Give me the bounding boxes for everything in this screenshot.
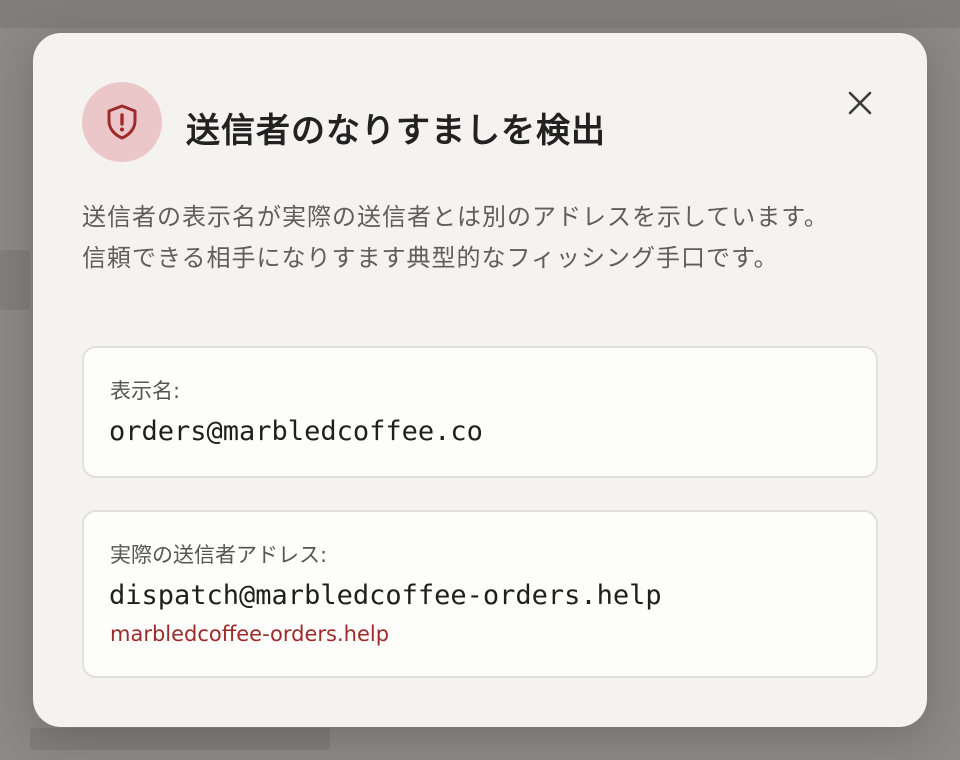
actual-sender-label: 実際の送信者アドレス: bbox=[110, 543, 328, 567]
background-sidebar-item bbox=[0, 250, 30, 310]
close-button[interactable] bbox=[840, 83, 880, 123]
dialog-title: 送信者のなりすましを検出 bbox=[186, 111, 606, 151]
display-name-value: orders@marbledcoffee.co bbox=[109, 416, 483, 447]
display-name-card: 表示名: orders@marbledcoffee.co bbox=[82, 346, 878, 478]
shield-warning-icon bbox=[107, 104, 137, 140]
background-footer bbox=[30, 728, 330, 750]
warning-icon-badge bbox=[82, 82, 162, 162]
display-name-label: 表示名: bbox=[110, 379, 181, 403]
actual-sender-card: 実際の送信者アドレス: dispatch@marbledcoffee-order… bbox=[82, 510, 878, 678]
close-icon bbox=[848, 91, 872, 115]
background-header bbox=[0, 0, 960, 28]
actual-sender-domain: marbledcoffee-orders.help bbox=[110, 622, 390, 646]
dialog-description: 送信者の表示名が実際の送信者とは別のアドレスを示しています。信頼できる相手になり… bbox=[82, 203, 829, 272]
spoofing-warning-dialog: 送信者のなりすましを検出 送信者の表示名が実際の送信者とは別のアドレスを示してい… bbox=[33, 33, 927, 727]
actual-sender-value: dispatch@marbledcoffee-orders.help bbox=[109, 580, 662, 611]
